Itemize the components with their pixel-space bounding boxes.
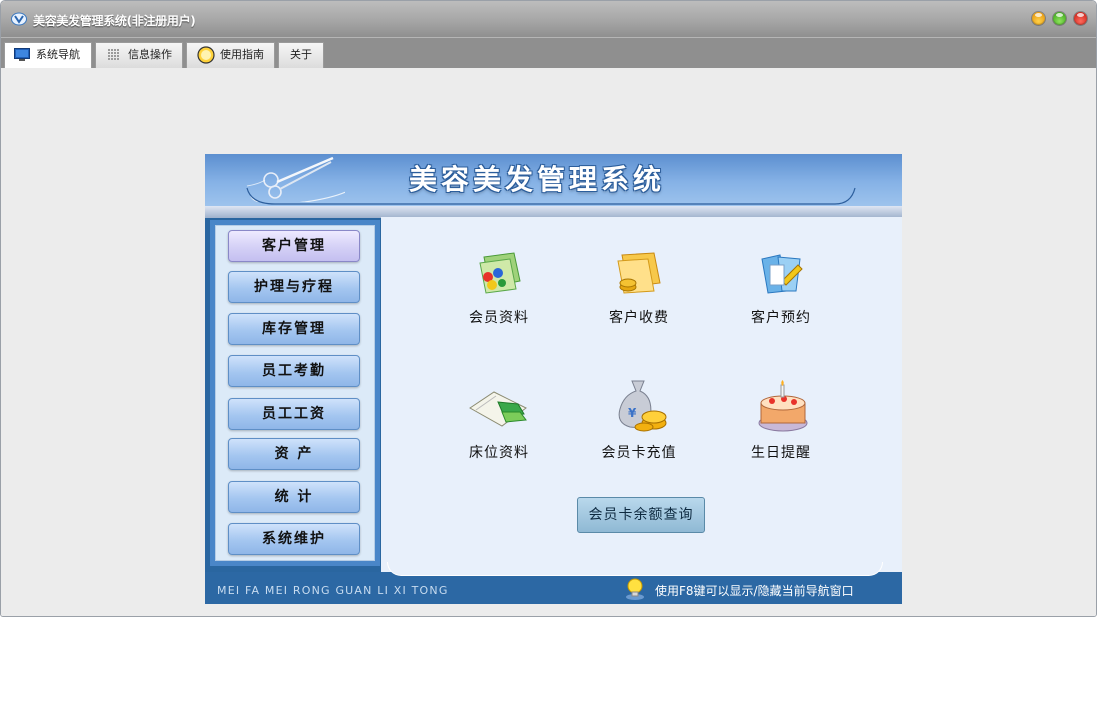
- title-bar[interactable]: 美容美发管理系统(非注册用户): [1, 1, 1096, 37]
- sidebar-item-customer-management[interactable]: 客户管理: [228, 230, 360, 262]
- banner-curve: [246, 187, 856, 205]
- feature-member-profile[interactable]: 会员资料: [444, 251, 554, 331]
- feature-card-recharge[interactable]: ¥ 会员卡充值: [584, 379, 694, 461]
- bed-book-icon: [469, 391, 527, 427]
- tab-label: 关于: [290, 48, 312, 61]
- fee-folder-icon: [617, 252, 661, 294]
- card-balance-query-button[interactable]: 会员卡余额查询: [577, 497, 705, 533]
- feature-label: 会员卡充值: [601, 445, 677, 461]
- svg-text:¥: ¥: [628, 406, 637, 420]
- navigation-panel: 美容美发管理系统 客户管理 护理与疗程 库存管理 员工考勤 员工工资 资 产 统…: [205, 154, 902, 604]
- tab-label: 信息操作: [128, 48, 172, 61]
- footer-curve: [387, 562, 883, 576]
- feature-label: 客户收费: [609, 310, 669, 326]
- tab-bar: 系统导航 信息操作 使用指南 关于: [1, 37, 1096, 69]
- sidebar-item-payroll[interactable]: 员工工资: [228, 398, 360, 430]
- banner: 美容美发管理系统: [205, 154, 902, 218]
- birthday-cake-icon: [758, 380, 808, 432]
- clock-icon: [197, 46, 215, 64]
- minimize-button[interactable]: [1032, 12, 1045, 25]
- app-logo-icon: [11, 12, 27, 26]
- tab-label: 系统导航: [36, 48, 80, 61]
- sidebar-item-inventory[interactable]: 库存管理: [228, 313, 360, 345]
- sidebar: 客户管理 护理与疗程 库存管理 员工考勤 员工工资 资 产 统 计 系统维护: [210, 220, 380, 566]
- window-title: 美容美发管理系统(非注册用户): [33, 14, 196, 28]
- tab-label: 使用指南: [220, 48, 264, 61]
- tab-user-guide[interactable]: 使用指南: [186, 42, 275, 68]
- feature-label: 床位资料: [469, 445, 529, 461]
- sidebar-item-assets[interactable]: 资 产: [228, 438, 360, 470]
- feature-label: 客户预约: [751, 310, 811, 326]
- appointment-folder-icon: [761, 254, 803, 294]
- app-window: 美容美发管理系统(非注册用户) 系统导航 信息操作 使用指南 关于 美容美发管理…: [0, 0, 1097, 617]
- footer-hint: 使用F8键可以显示/隐藏当前导航窗口: [655, 584, 854, 598]
- tab-info-operation[interactable]: 信息操作: [95, 42, 183, 68]
- footer-pinyin: MEI FA MEI RONG GUAN LI XI TONG: [217, 584, 449, 597]
- sidebar-item-attendance[interactable]: 员工考勤: [228, 355, 360, 387]
- feature-customer-fee[interactable]: 客户收费: [584, 251, 694, 331]
- feature-label: 生日提醒: [751, 445, 811, 461]
- maximize-button[interactable]: [1053, 12, 1066, 25]
- member-folder-icon: [479, 252, 521, 294]
- tab-about[interactable]: 关于: [278, 42, 324, 68]
- feature-customer-appointment[interactable]: 客户预约: [726, 251, 836, 331]
- lightbulb-icon: [626, 578, 644, 600]
- grid-icon: [108, 49, 119, 60]
- feature-label: 会员资料: [469, 310, 529, 326]
- money-bag-icon: ¥: [618, 380, 667, 432]
- tab-system-navigation[interactable]: 系统导航: [4, 42, 92, 69]
- feature-bed-profile[interactable]: 床位资料: [444, 386, 554, 466]
- sidebar-item-maintenance[interactable]: 系统维护: [228, 523, 360, 555]
- close-button[interactable]: [1074, 12, 1087, 25]
- monitor-icon: [14, 48, 30, 61]
- feature-birthday-reminder[interactable]: 生日提醒: [726, 379, 836, 461]
- sidebar-item-statistics[interactable]: 统 计: [228, 481, 360, 513]
- sidebar-item-care-treatment[interactable]: 护理与疗程: [228, 271, 360, 303]
